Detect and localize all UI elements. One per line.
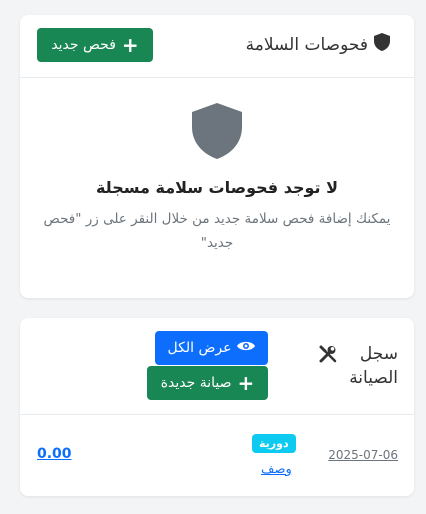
plus-icon: + bbox=[237, 371, 255, 395]
view-all-label: عرض الكل bbox=[167, 340, 232, 356]
safety-checks-card: فحوصات السلامة + فحص جديد لا توجد فحوصات… bbox=[20, 15, 414, 298]
maintenance-log-title: سجل الصيانة bbox=[318, 342, 398, 390]
record-amount-link[interactable]: 0.00 bbox=[37, 446, 72, 462]
new-maintenance-button[interactable]: + صيانة جديدة bbox=[147, 366, 268, 400]
new-maintenance-label: صيانة جديدة bbox=[160, 375, 232, 391]
safety-checks-header: فحوصات السلامة + فحص جديد bbox=[20, 15, 414, 78]
record-date-link[interactable]: 2025-07-06 bbox=[328, 448, 398, 462]
maintenance-log-header: سجل الصيانة عرض الكل + صيانة جديدة bbox=[20, 318, 414, 415]
view-all-button[interactable]: عرض الكل bbox=[155, 331, 268, 365]
empty-shield-icon bbox=[192, 103, 242, 163]
new-safety-check-button[interactable]: + فحص جديد bbox=[37, 28, 153, 62]
shield-icon bbox=[374, 33, 390, 56]
plus-icon: + bbox=[121, 33, 139, 57]
maintenance-log-card: سجل الصيانة عرض الكل + صيانة جديدة 2025-… bbox=[20, 318, 414, 496]
new-safety-check-label: فحص جديد bbox=[51, 37, 116, 53]
safety-checks-title-text: فحوصات السلامة bbox=[245, 34, 368, 55]
record-type-badge: دورية bbox=[252, 434, 296, 453]
wrench-screwdriver-icon bbox=[319, 345, 337, 370]
empty-state-description: يمكنك إضافة فحص سلامة جديد من خلال النقر… bbox=[43, 211, 391, 251]
safety-checks-title: فحوصات السلامة bbox=[246, 33, 390, 56]
record-description-link[interactable]: وصف bbox=[261, 462, 292, 477]
empty-state-title: لا توجد فحوصات سلامة مسجلة bbox=[95, 178, 339, 197]
maintenance-log-title-text: سجل الصيانة bbox=[349, 344, 398, 388]
eye-icon bbox=[237, 340, 256, 356]
